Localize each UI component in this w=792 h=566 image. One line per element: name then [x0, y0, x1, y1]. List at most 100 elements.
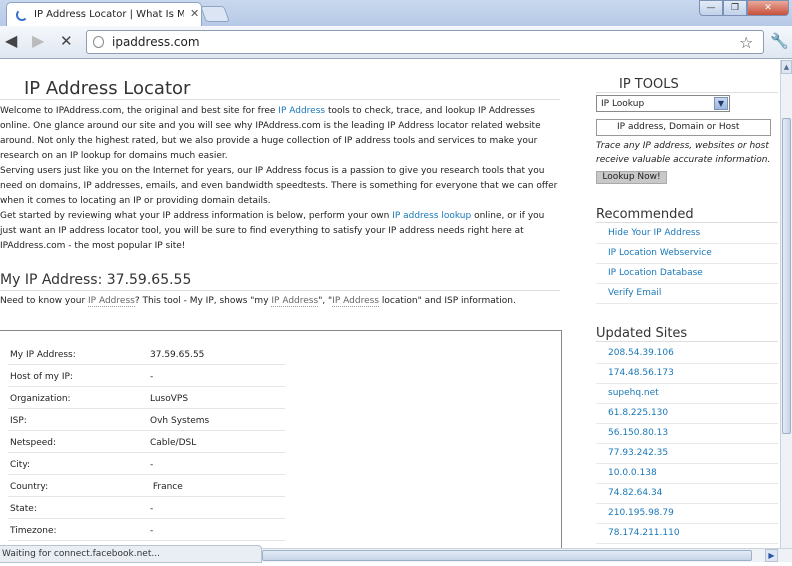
info-label: Host of my IP: — [10, 372, 73, 382]
recommended-heading: Recommended — [596, 207, 694, 222]
info-value: Cable/DSL — [150, 438, 197, 448]
info-value: - — [150, 372, 154, 382]
close-window-button[interactable]: ✕ — [747, 0, 789, 16]
recommended-link[interactable]: IP Location Database — [608, 268, 703, 278]
desc-text: Need to know your — [0, 296, 89, 306]
updated-site-link[interactable]: 78.174.211.110 — [608, 528, 680, 538]
info-row: Country: France — [8, 475, 285, 497]
close-tab-icon[interactable]: ✕ — [190, 7, 199, 20]
page-content: IP Address Locator Welcome to IPAddress.… — [0, 60, 780, 548]
info-label: Country: — [10, 482, 49, 492]
select-value: IP Lookup — [601, 99, 645, 109]
updated-site-item[interactable]: 174.48.56.173 — [596, 364, 778, 384]
info-value: France — [150, 482, 183, 492]
recommended-item[interactable]: Hide Your IP Address — [596, 224, 778, 244]
intro-text-3a: Get started by reviewing what your IP ad… — [0, 211, 393, 221]
updated-site-item[interactable]: 74.82.64.34 — [596, 484, 778, 504]
info-label: City: — [10, 460, 31, 470]
info-label: Organization: — [10, 394, 71, 404]
ip-address-link[interactable]: IP Address — [88, 296, 135, 307]
ip-address-link[interactable]: IP Address — [271, 296, 319, 307]
maximize-button[interactable]: ❐ — [723, 0, 747, 16]
intro-text-1a: Welcome to IPAddress.com, the original a… — [0, 106, 279, 116]
divider — [0, 290, 560, 291]
desc-text: ", " — [318, 296, 333, 306]
vertical-scroll-thumb[interactable] — [782, 118, 791, 434]
updated-site-item[interactable]: 77.93.242.35 — [596, 444, 778, 464]
bookmark-star-icon[interactable]: ☆ — [739, 33, 753, 52]
updated-site-link[interactable]: 74.82.64.34 — [608, 488, 662, 498]
updated-site-item[interactable]: 61.8.225.130 — [596, 404, 778, 424]
address-bar[interactable]: ipaddress.com ☆ — [86, 30, 764, 54]
divider — [0, 99, 560, 100]
divider — [596, 222, 778, 223]
url-text[interactable]: ipaddress.com — [112, 35, 200, 49]
info-value: Ovh Systems — [150, 416, 210, 426]
updated-sites-heading: Updated Sites — [596, 326, 688, 341]
updated-site-link[interactable]: 56.150.80.13 — [608, 428, 668, 438]
stop-icon[interactable]: ✕ — [60, 33, 73, 49]
updated-site-link[interactable]: 210.195.98.79 — [608, 508, 674, 518]
intro-paragraph-1: Welcome to IPAddress.com, the original a… — [0, 104, 562, 164]
recommended-item[interactable]: IP Location Database — [596, 264, 778, 284]
page-title: IP Address Locator — [24, 78, 191, 99]
browser-tab[interactable]: IP Address Locator | What Is M ✕ — [6, 2, 202, 26]
updated-site-link[interactable]: 10.0.0.138 — [608, 468, 657, 478]
recommended-item[interactable]: Verify Email — [596, 284, 778, 304]
chevron-down-icon[interactable]: ▼ — [714, 97, 728, 110]
tab-title: IP Address Locator | What Is M — [34, 9, 184, 20]
scroll-up-icon[interactable]: ▲ — [781, 60, 792, 74]
back-arrow-icon[interactable]: ◀ — [5, 33, 17, 49]
updated-site-link[interactable]: 208.54.39.106 — [608, 348, 674, 358]
recommended-item[interactable]: IP Location Webservice — [596, 244, 778, 264]
info-label: My IP Address: — [10, 350, 76, 360]
ip-address-lookup-link[interactable]: IP address lookup — [392, 211, 471, 221]
updated-site-item[interactable]: 208.54.39.106 — [596, 344, 778, 364]
recommended-link[interactable]: Hide Your IP Address — [608, 228, 700, 238]
info-label: Netspeed: — [10, 438, 57, 448]
status-bubble: Waiting for connect.facebook.net... — [0, 545, 262, 563]
info-value: - — [150, 526, 154, 536]
recommended-link[interactable]: IP Location Webservice — [608, 248, 712, 258]
updated-site-item[interactable]: 210.195.98.79 — [596, 504, 778, 524]
updated-site-link[interactable]: supehq.net — [608, 388, 659, 398]
updated-site-link[interactable]: 61.8.225.130 — [608, 408, 668, 418]
updated-site-item[interactable]: 10.0.0.138 — [596, 464, 778, 484]
ip-address-link[interactable]: IP Address — [278, 106, 325, 116]
updated-site-item[interactable]: supehq.net — [596, 384, 778, 404]
forward-arrow-icon[interactable]: ▶ — [32, 33, 44, 49]
loading-spinner-icon — [16, 9, 28, 21]
tools-note: Trace any IP address, websites or host r… — [596, 141, 771, 165]
info-row: State: - — [8, 497, 285, 519]
divider — [596, 92, 778, 93]
updated-site-link[interactable]: 174.48.56.173 — [608, 368, 674, 378]
wrench-icon[interactable]: 🔧 — [770, 32, 789, 50]
tool-type-select[interactable]: IP Lookup ▼ — [596, 95, 730, 112]
info-row: Netspeed: Cable/DSL — [8, 431, 285, 453]
my-ip-description: Need to know your IP Address? This tool … — [0, 296, 516, 307]
desc-text: location" and ISP information. — [379, 296, 516, 306]
updated-site-item[interactable]: 56.150.80.13 — [596, 424, 778, 444]
lookup-now-button[interactable]: Lookup Now! — [596, 171, 667, 184]
minimize-button[interactable]: — — [699, 0, 723, 16]
updated-site-link[interactable]: 77.93.242.35 — [608, 448, 668, 458]
vertical-scrollbar[interactable]: ▲ — [780, 60, 792, 548]
page-icon — [93, 36, 104, 48]
new-tab-button[interactable] — [200, 6, 230, 22]
horizontal-scroll-thumb[interactable] — [262, 550, 752, 561]
recommended-link[interactable]: Verify Email — [608, 288, 661, 298]
info-value: - — [150, 504, 154, 514]
scroll-right-icon[interactable]: ▶ — [765, 549, 778, 562]
info-value: 37.59.65.55 — [150, 350, 205, 360]
updated-site-item[interactable]: 78.174.211.110 — [596, 524, 778, 544]
ip-address-link[interactable]: IP Address — [332, 296, 379, 307]
info-label: ISP: — [10, 416, 27, 426]
desc-text: ? This tool - My IP, shows "my — [134, 296, 272, 306]
intro-paragraph-3: Get started by reviewing what your IP ad… — [0, 209, 562, 254]
lookup-input[interactable]: IP address, Domain or Host — [596, 119, 771, 136]
info-value: - — [150, 460, 154, 470]
info-row: My IP Address: 37.59.65.55 — [8, 343, 285, 365]
intro-paragraph-2: Serving users just like you on the Inter… — [0, 166, 558, 206]
info-row: Organization: LusoVPS — [8, 387, 285, 409]
intro-text: Welcome to IPAddress.com, the original a… — [0, 104, 562, 254]
